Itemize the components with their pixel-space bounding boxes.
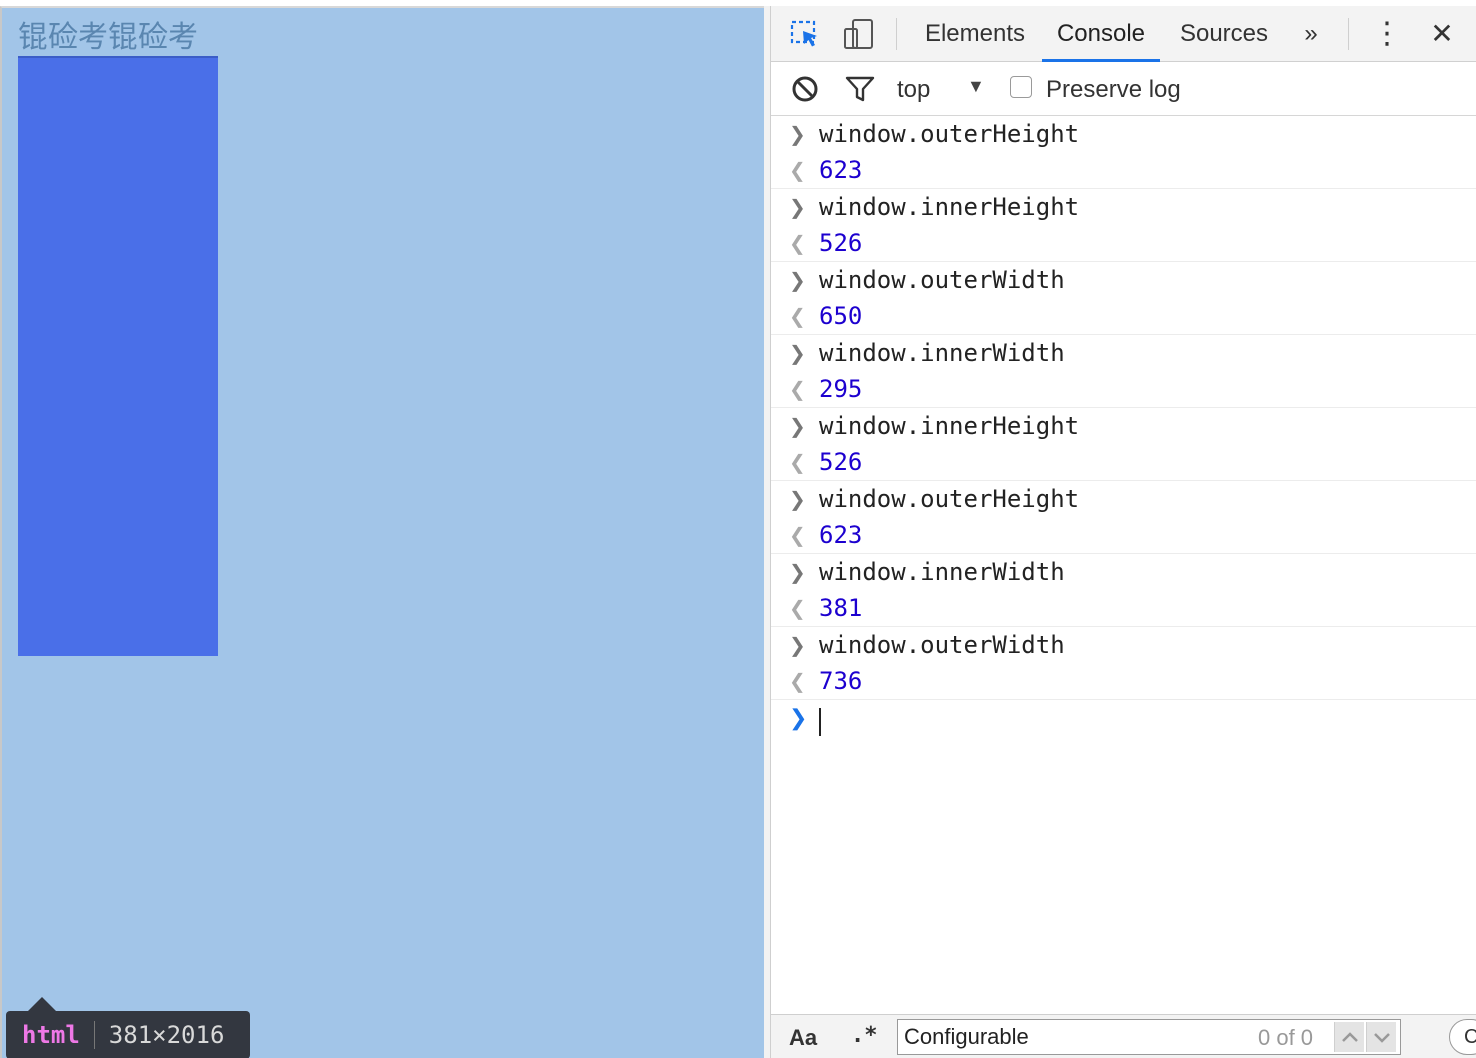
chevron-up-icon [1342,1032,1358,1042]
input-chevron-icon: ❯ [789,341,806,365]
match-case-button[interactable]: Aa [789,1025,817,1051]
blue-box [18,56,218,656]
close-icon[interactable]: ✕ [1422,6,1462,62]
console-result: 650 [819,302,863,330]
tooltip-size: 381×2016 [108,1021,225,1049]
more-tabs-icon[interactable]: » [1291,6,1331,62]
console-result: 526 [819,448,863,476]
result-arrow-icon: ❮ [789,523,806,547]
devtools-panel: Elements Console Sources » ⋮ ✕ top ▼ Pre… [771,6,1476,1058]
console-result: 526 [819,229,863,257]
result-arrow-icon: ❮ [789,304,806,328]
result-arrow-icon: ❮ [789,450,806,474]
console-command: window.innerHeight [819,193,1080,221]
match-count: 0 of 0 [1258,1025,1314,1050]
console-command: window.outerHeight [819,485,1080,513]
page-heading: 锟硷考锟硷考 [18,20,198,55]
console-search-bar: Aa .* 0 of 0 C [771,1014,1476,1058]
context-selector[interactable]: top [897,76,930,104]
console-command: window.innerWidth [819,558,1065,586]
console-entry: ❯ window.innerWidth ❮ 381 [771,554,1476,627]
search-next-button[interactable] [1366,1022,1396,1052]
device-toolbar-icon[interactable] [843,18,875,50]
result-arrow-icon: ❮ [789,231,806,255]
console-result: 381 [819,594,863,622]
kebab-menu-icon[interactable]: ⋮ [1367,6,1407,62]
tab-sources[interactable]: Sources [1170,6,1278,62]
console-entry: ❯ window.outerWidth ❮ 650 [771,262,1476,335]
console-entry: ❯ window.innerWidth ❮ 295 [771,335,1476,408]
page-viewport: 锟硷考锟硷考 html 381×2016 [0,6,764,1058]
console-command: window.innerWidth [819,339,1065,367]
console-result: 623 [819,521,863,549]
console-result: 736 [819,667,863,695]
chevron-down-icon[interactable]: ▼ [967,76,985,97]
preserve-log-label: Preserve log [1046,76,1181,103]
tooltip-tag: html [22,1021,80,1049]
console-result: 295 [819,375,863,403]
console-entry: ❯ window.outerHeight ❮ 623 [771,116,1476,189]
result-arrow-icon: ❮ [789,158,806,182]
console-command: window.outerWidth [819,631,1065,659]
clear-console-icon[interactable] [791,75,819,103]
chevron-down-icon [1374,1033,1390,1043]
console-command: window.innerHeight [819,412,1080,440]
input-chevron-icon: ❯ [789,122,806,146]
search-input[interactable] [904,1022,1244,1052]
console-toolbar: top ▼ Preserve log [771,62,1476,116]
console-entry: ❯ window.outerHeight ❮ 623 [771,481,1476,554]
input-chevron-icon: ❯ [789,195,806,219]
regex-button[interactable]: .* [851,1023,878,1048]
search-cancel-button[interactable]: C [1449,1019,1476,1055]
console-result: 623 [819,156,863,184]
preserve-log-checkbox[interactable] [1010,76,1032,98]
tab-elements[interactable]: Elements [917,6,1033,62]
tab-console[interactable]: Console [1042,6,1160,62]
console-entry: ❯ window.innerHeight ❮ 526 [771,189,1476,262]
result-arrow-icon: ❮ [789,377,806,401]
input-chevron-icon: ❯ [789,268,806,292]
console-command: window.outerHeight [819,120,1080,148]
search-previous-button[interactable] [1334,1022,1364,1052]
toolbar-divider [1348,18,1349,50]
devtools-splitter[interactable] [764,6,771,1058]
console-entry: ❯ window.outerWidth ❮ 736 [771,627,1476,700]
console-command: window.outerWidth [819,266,1065,294]
result-arrow-icon: ❮ [789,669,806,693]
prompt-chevron-icon: ❯ [789,706,808,731]
input-chevron-icon: ❯ [789,414,806,438]
search-box: 0 of 0 [897,1019,1401,1055]
input-chevron-icon: ❯ [789,560,806,584]
element-size-tooltip: html 381×2016 [6,997,250,1058]
console-output: ❯ window.outerHeight ❮ 623 ❯ window.innerHe… [771,116,1476,742]
inspect-element-icon[interactable] [789,18,821,50]
filter-icon[interactable] [845,75,875,103]
tooltip-divider [93,1021,95,1049]
result-arrow-icon: ❮ [789,596,806,620]
console-prompt[interactable]: ❯ [771,700,1476,742]
devtools-tabbar: Elements Console Sources » ⋮ ✕ [771,6,1476,62]
text-cursor [819,708,821,736]
console-entry: ❯ window.innerHeight ❮ 526 [771,408,1476,481]
toolbar-divider [896,18,897,50]
input-chevron-icon: ❯ [789,633,806,657]
input-chevron-icon: ❯ [789,487,806,511]
